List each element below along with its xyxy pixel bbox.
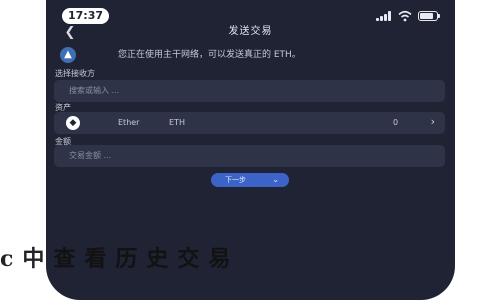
asset-name: Ether [118, 118, 140, 127]
next-button[interactable]: 下一步 ⌄ [211, 173, 289, 187]
battery-icon [418, 11, 440, 21]
asset-selector[interactable]: ◆ Ether ETH 0 › [54, 112, 445, 134]
ethereum-icon: ◆ [66, 116, 80, 130]
signal-icon [376, 11, 392, 21]
overlay-caption: c中查看历史交易 [0, 246, 240, 272]
chevron-down-icon: ⌄ [272, 175, 279, 184]
page-title: 发送交易 [228, 26, 273, 37]
asset-symbol: ETH [169, 118, 185, 127]
amount-placeholder: 交易金额 ... [69, 151, 112, 160]
recipient-input[interactable]: 搜索或输入 ... [54, 80, 445, 102]
recipient-placeholder: 搜索或输入 ... [69, 86, 120, 95]
amount-input[interactable]: 交易金额 ... [54, 145, 445, 167]
status-time: 17:37 [62, 8, 110, 24]
network-notice: ▲ 您正在使用主干网络，可以发送真正的 ETH。 [56, 47, 445, 63]
next-button-label: 下一步 [225, 176, 246, 184]
wifi-icon [398, 10, 412, 22]
asset-balance: 0 [393, 118, 399, 127]
header: ❮ 发送交易 [46, 25, 455, 40]
notice-text: 您正在使用主干网络，可以发送真正的 ETH。 [118, 50, 301, 60]
warning-icon: ▲ [60, 47, 76, 63]
recipient-label: 选择接收方 [55, 69, 95, 78]
chevron-right-icon: › [430, 115, 435, 128]
